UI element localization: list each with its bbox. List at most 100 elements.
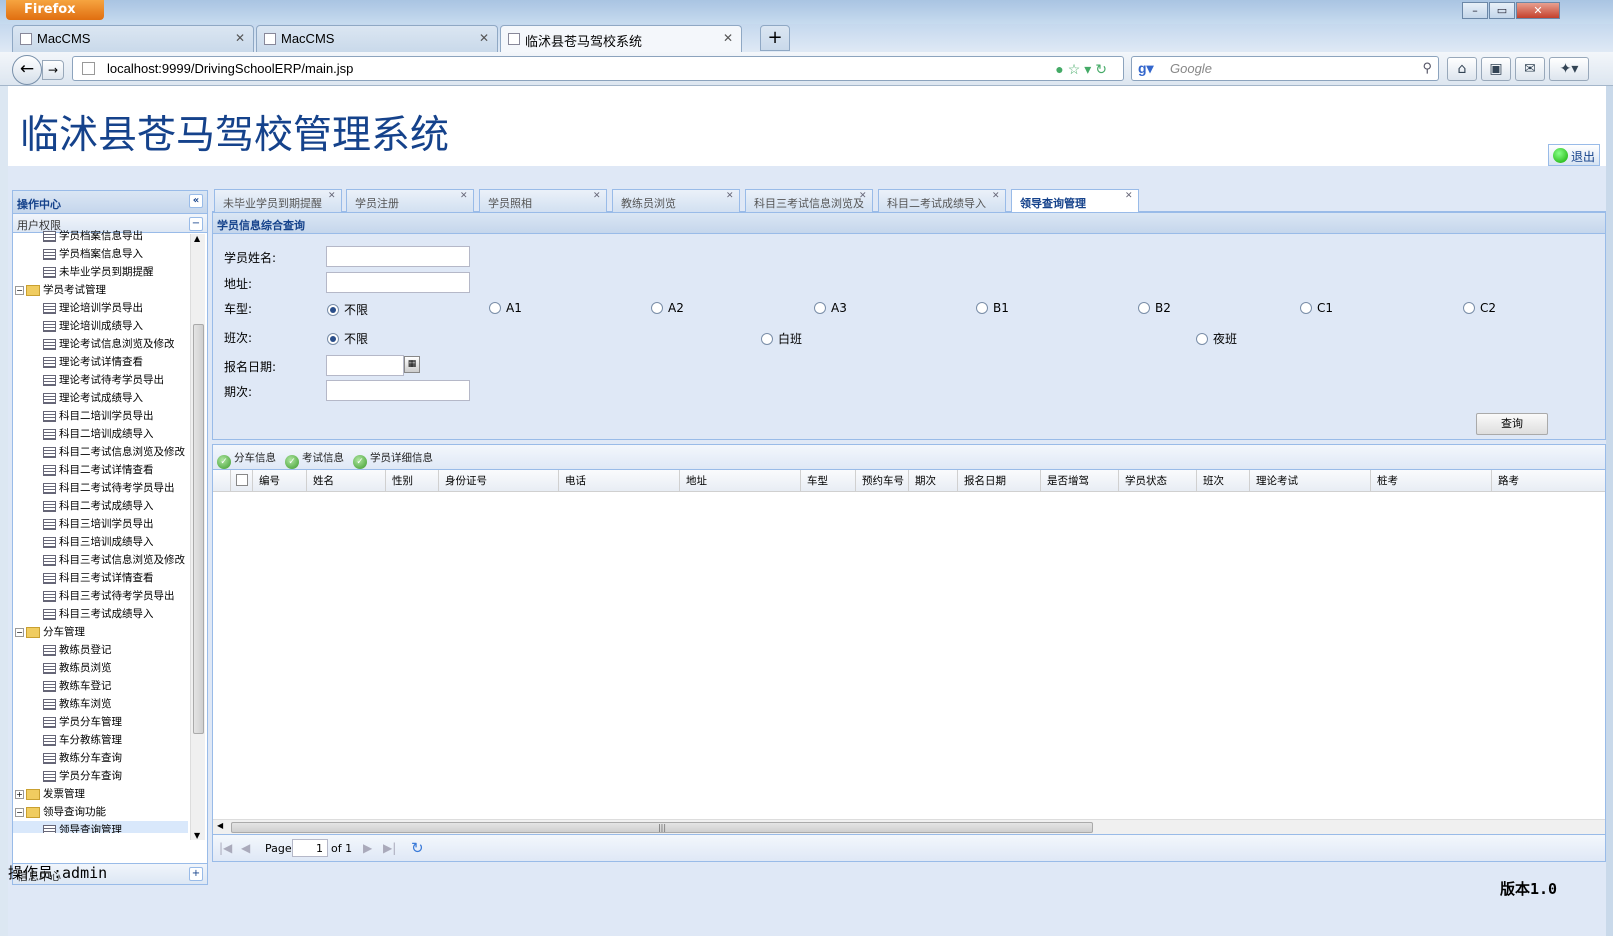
name-input[interactable] — [326, 246, 470, 267]
period-input[interactable] — [326, 380, 470, 401]
col-pile[interactable]: 桩考 — [1371, 470, 1492, 492]
col-status[interactable]: 学员状态 — [1119, 470, 1197, 492]
tree-item[interactable]: 理论考试成绩导入 — [13, 389, 188, 407]
col-id[interactable]: 编号 — [253, 470, 307, 492]
tree-item[interactable]: 科目三考试成绩导入 — [13, 605, 188, 623]
next-page-icon[interactable]: ▶ — [363, 841, 372, 855]
logout-button[interactable]: 退出 — [1548, 144, 1600, 166]
tree-item[interactable]: 科目三考试待考学员导出 — [13, 587, 188, 605]
vehicle-option-b2[interactable]: B2 — [1138, 301, 1171, 315]
col-idcard[interactable]: 身份证号 — [439, 470, 559, 492]
date-input[interactable] — [326, 355, 404, 376]
close-icon[interactable]: ✕ — [460, 191, 470, 201]
new-tab-button[interactable]: + — [760, 25, 790, 51]
assign-car-info-button[interactable]: ✓ 分车信息 — [217, 450, 276, 469]
addon-icon[interactable]: ✦▾ — [1549, 57, 1589, 81]
sidebar-scrollbar[interactable]: ▲ ▼ — [190, 234, 205, 840]
tree-item[interactable]: 科目三考试详情查看 — [13, 569, 188, 587]
tree-item[interactable]: 科目二考试信息浏览及修改 — [13, 443, 188, 461]
col-gender[interactable]: 性别 — [386, 470, 439, 492]
search-input[interactable]: g▾ Google ⚲ — [1131, 56, 1439, 81]
grid-hscrollbar[interactable]: ◀ ||| — [213, 819, 1605, 835]
collapse-icon[interactable]: − — [15, 285, 24, 295]
scroll-left-icon[interactable]: ◀ — [217, 821, 223, 830]
url-bar-icons[interactable]: ●☆▾↻ — [1055, 61, 1111, 78]
vehicle-option-a1[interactable]: A1 — [489, 301, 522, 315]
tree-item[interactable]: 学员分车管理 — [13, 713, 188, 731]
last-page-icon[interactable]: ▶| — [383, 841, 396, 855]
tree-item[interactable]: 科目二培训成绩导入 — [13, 425, 188, 443]
vehicle-option-a2[interactable]: A2 — [651, 301, 684, 315]
collapse-icon[interactable]: « — [189, 194, 203, 208]
col-class[interactable]: 班次 — [1197, 470, 1250, 492]
col-reg-date[interactable]: 报名日期 — [958, 470, 1041, 492]
scrollbar-thumb[interactable]: ||| — [231, 822, 1093, 833]
class-option-unlimited[interactable]: 不限 — [327, 330, 368, 347]
search-icon[interactable]: ⚲ — [1422, 60, 1432, 76]
tree-folder[interactable]: − 领导查询功能 — [13, 803, 188, 821]
close-icon[interactable]: ✕ — [726, 191, 736, 201]
forward-button[interactable]: → — [42, 60, 64, 80]
browser-tab-1[interactable]: MacCMS ✕ — [256, 25, 498, 52]
tree-folder[interactable]: − 分车管理 — [13, 623, 188, 641]
query-button[interactable]: 查询 — [1476, 413, 1548, 435]
tree-item[interactable]: 科目二考试待考学员导出 — [13, 479, 188, 497]
firefox-menu-button[interactable]: Firefox — [6, 0, 104, 20]
browser-tab-2[interactable]: 临沭县苍马驾校系统 ✕ — [500, 25, 742, 52]
tree-item[interactable]: 理论培训成绩导入 — [13, 317, 188, 335]
col-car-no[interactable]: 预约车号 — [856, 470, 909, 492]
tree-item[interactable]: 理论培训学员导出 — [13, 299, 188, 317]
collapse-icon[interactable]: − — [15, 627, 24, 637]
calendar-icon[interactable]: ▦ — [404, 356, 420, 373]
tree-item[interactable]: 理论考试信息浏览及修改 — [13, 335, 188, 353]
tree-folder[interactable]: + 发票管理 — [13, 785, 188, 803]
close-icon[interactable]: ✕ — [859, 191, 869, 201]
vehicle-option-unlimited[interactable]: 不限 — [327, 301, 368, 318]
exam-info-button[interactable]: ✓ 考试信息 — [285, 450, 344, 469]
first-page-icon[interactable]: |◀ — [219, 841, 232, 855]
col-address[interactable]: 地址 — [680, 470, 801, 492]
tree-item[interactable]: 理论考试详情查看 — [13, 353, 188, 371]
vehicle-option-a3[interactable]: A3 — [814, 301, 847, 315]
tab-3[interactable]: 教练员浏览 ✕ — [612, 189, 740, 212]
tree-item[interactable]: 学员档案信息导入 — [13, 245, 188, 263]
scrollbar-thumb[interactable] — [193, 324, 204, 734]
tree-item[interactable]: 教练员浏览 — [13, 659, 188, 677]
col-period[interactable]: 期次 — [909, 470, 958, 492]
address-input[interactable] — [326, 272, 470, 293]
class-option-day[interactable]: 白班 — [761, 330, 802, 347]
tab-4[interactable]: 科目三考试信息浏览及 ✕ — [745, 189, 873, 212]
minimize-button[interactable]: – — [1462, 2, 1488, 19]
close-icon[interactable]: ✕ — [593, 191, 603, 201]
tree-item[interactable]: 教练分车查询 — [13, 749, 188, 767]
vehicle-option-c1[interactable]: C1 — [1300, 301, 1333, 315]
tree-item[interactable]: 教练车浏览 — [13, 695, 188, 713]
close-tab-icon[interactable]: ✕ — [479, 31, 489, 45]
tree-item[interactable]: 未毕业学员到期提醒 — [13, 263, 188, 281]
tree-item[interactable]: 科目三考试信息浏览及修改 — [13, 551, 188, 569]
scroll-down-icon[interactable]: ▼ — [194, 831, 200, 840]
close-icon[interactable]: ✕ — [328, 191, 338, 201]
expand-icon[interactable]: + — [15, 789, 24, 799]
tab-6[interactable]: 领导查询管理 ✕ — [1011, 189, 1139, 213]
scroll-up-icon[interactable]: ▲ — [194, 234, 200, 243]
col-theory[interactable]: 理论考试 — [1250, 470, 1371, 492]
student-detail-button[interactable]: ✓ 学员详细信息 — [353, 450, 433, 469]
tab-1[interactable]: 学员注册 ✕ — [346, 189, 474, 212]
tab-0[interactable]: 未毕业学员到期提醒 ✕ — [214, 189, 342, 212]
col-road[interactable]: 路考 — [1492, 470, 1605, 492]
bookmarks-icon[interactable]: ▣ — [1481, 57, 1511, 81]
col-phone[interactable]: 电话 — [559, 470, 680, 492]
tree-item[interactable]: 教练员登记 — [13, 641, 188, 659]
tree-item[interactable]: 科目二考试成绩导入 — [13, 497, 188, 515]
col-vehicle[interactable]: 车型 — [801, 470, 856, 492]
close-tab-icon[interactable]: ✕ — [235, 31, 245, 45]
feedback-icon[interactable]: ✉ — [1515, 57, 1545, 81]
url-bar[interactable]: localhost:9999/DrivingSchoolERP/main.jsp… — [72, 56, 1124, 81]
tree-item[interactable]: 科目三培训学员导出 — [13, 515, 188, 533]
tree-folder[interactable]: − 学员考试管理 — [13, 281, 188, 299]
tab-2[interactable]: 学员照相 ✕ — [479, 189, 607, 212]
back-button[interactable]: ← — [12, 55, 42, 85]
tree-item[interactable]: 车分教练管理 — [13, 731, 188, 749]
close-tab-icon[interactable]: ✕ — [723, 31, 733, 45]
